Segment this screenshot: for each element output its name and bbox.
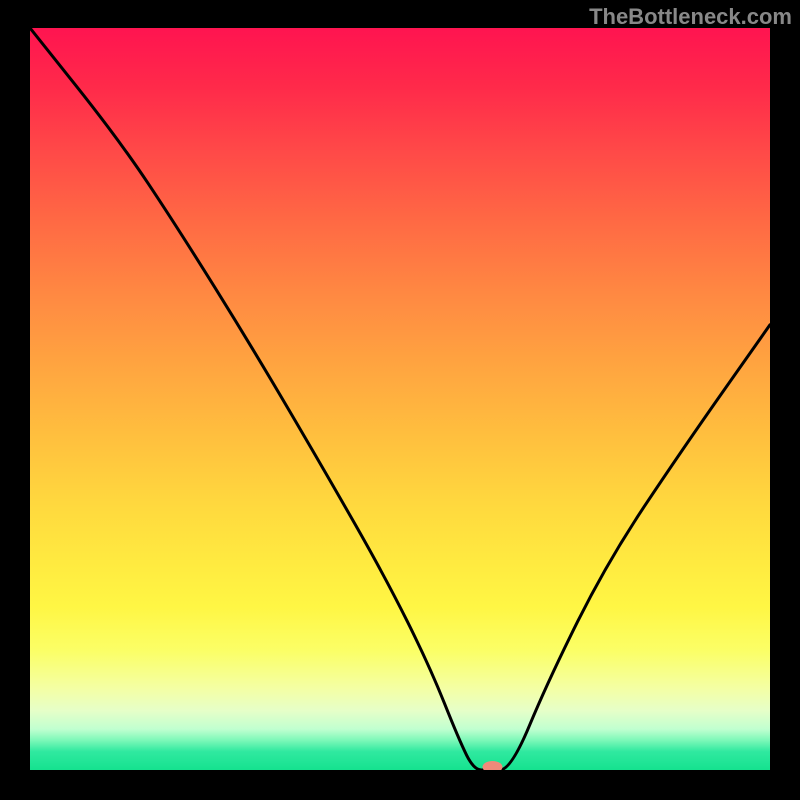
bottleneck-curve [30, 28, 770, 770]
optimum-marker [483, 761, 503, 770]
plot-area [30, 28, 770, 770]
chart-canvas: TheBottleneck.com [0, 0, 800, 800]
curve-svg [30, 28, 770, 770]
watermark-text: TheBottleneck.com [589, 4, 792, 30]
